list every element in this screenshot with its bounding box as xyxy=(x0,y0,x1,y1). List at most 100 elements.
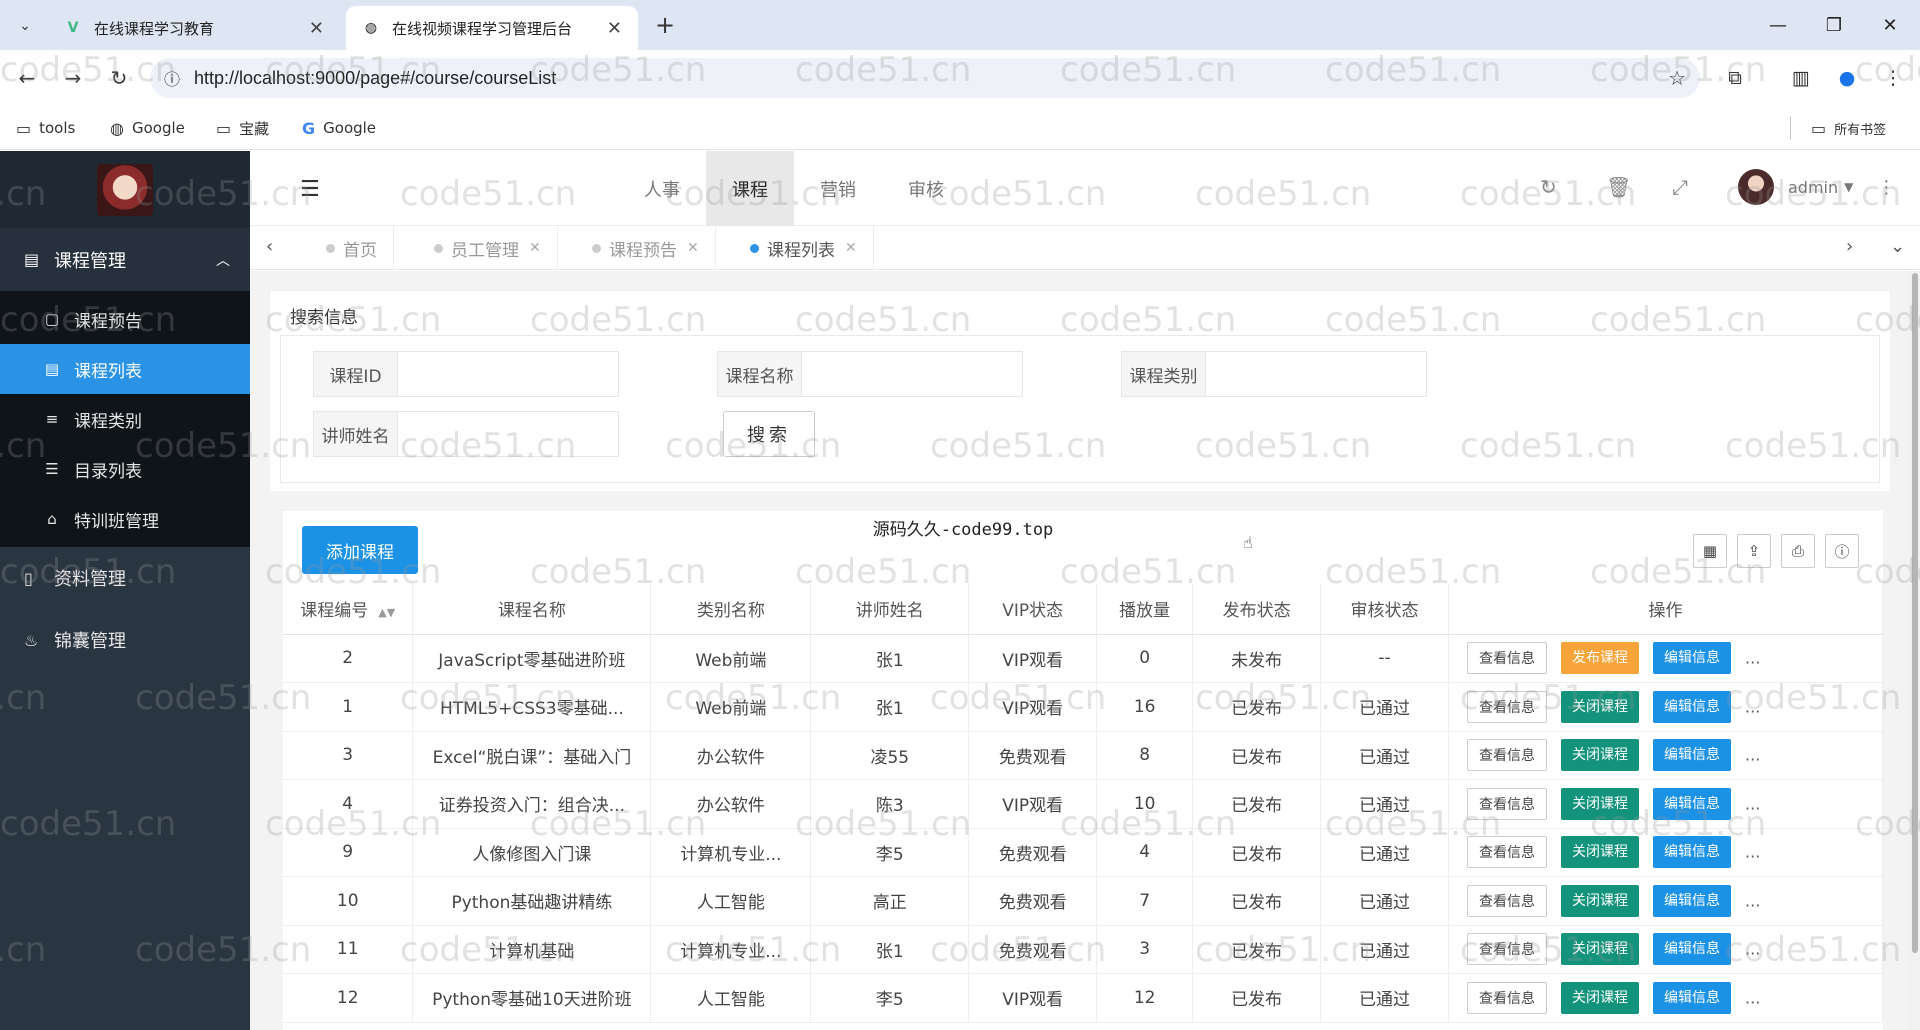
user-menu[interactable]: admin ▼ ⋮ xyxy=(1738,169,1895,205)
menu-toggle-icon[interactable]: ☰ xyxy=(300,177,320,202)
sidebar-group-course[interactable]: ▤ 课程管理 ︿ xyxy=(0,228,250,291)
more-icon[interactable]: ... xyxy=(1745,697,1760,716)
profile-icon[interactable]: ● xyxy=(1832,63,1862,93)
sidebar-item-training-class[interactable]: ⌂ 特训班管理 xyxy=(0,494,250,544)
export-icon[interactable]: ⇪ xyxy=(1737,534,1771,568)
view-info-button[interactable]: 查看信息 xyxy=(1467,836,1548,869)
view-info-button[interactable]: 查看信息 xyxy=(1467,690,1548,723)
url-bar[interactable]: ⓘ http://localhost:9000/page#/course/cou… xyxy=(150,58,1700,98)
more-icon[interactable]: ... xyxy=(1745,940,1760,959)
teacher-name-input[interactable] xyxy=(398,412,618,456)
side-panel-icon[interactable]: ▥ xyxy=(1786,63,1816,93)
nav-tab-course[interactable]: 课程 xyxy=(706,151,794,226)
more-icon[interactable]: ... xyxy=(1745,988,1760,1007)
close-course-button[interactable]: 关闭课程 xyxy=(1561,933,1640,966)
close-course-button[interactable]: 关闭课程 xyxy=(1561,787,1640,820)
close-course-button[interactable]: 关闭课程 xyxy=(1561,981,1640,1014)
extensions-icon[interactable]: ⧉ xyxy=(1720,63,1750,93)
add-course-button[interactable]: 添加课程 xyxy=(302,526,418,574)
view-info-button[interactable]: 查看信息 xyxy=(1467,787,1548,820)
bag-icon: ♨ xyxy=(24,630,39,650)
course-name-input[interactable] xyxy=(802,352,1022,396)
content-scrollbar[interactable] xyxy=(1910,271,1920,1030)
more-icon[interactable]: ... xyxy=(1745,746,1760,765)
more-icon[interactable]: ... xyxy=(1745,649,1760,668)
course-category-input[interactable] xyxy=(1206,352,1426,396)
view-info-button[interactable]: 查看信息 xyxy=(1467,884,1548,917)
columns-toggle-icon[interactable]: ▦ xyxy=(1693,534,1727,568)
scrollbar-thumb[interactable] xyxy=(1912,273,1918,953)
edit-info-button[interactable]: 编辑信息 xyxy=(1653,933,1732,966)
site-info-icon[interactable]: ⓘ xyxy=(150,66,194,90)
more-icon[interactable]: ... xyxy=(1745,891,1760,910)
close-icon[interactable]: ✕ xyxy=(607,18,622,39)
back-icon[interactable]: ← xyxy=(12,63,42,93)
new-tab-button[interactable]: + xyxy=(650,10,680,40)
bookmark-google-2[interactable]: G Google xyxy=(302,116,376,140)
edit-info-button[interactable]: 编辑信息 xyxy=(1653,739,1732,772)
tabs-dropdown-icon[interactable]: ⌄ xyxy=(1890,236,1905,257)
all-bookmarks[interactable]: ▭ 所有书签 xyxy=(1790,116,1886,140)
page-tab-course-list[interactable]: 课程列表 ✕ xyxy=(734,226,874,270)
edit-info-button[interactable]: 编辑信息 xyxy=(1653,690,1732,723)
close-course-button[interactable]: 关闭课程 xyxy=(1561,739,1640,772)
page-tab-staff[interactable]: 员工管理 ✕ xyxy=(418,226,558,270)
close-course-button[interactable]: 关闭课程 xyxy=(1561,690,1640,723)
edit-info-button[interactable]: 编辑信息 xyxy=(1653,642,1732,675)
sidebar-item-catalog-list[interactable]: ☰ 目录列表 xyxy=(0,444,250,494)
sort-icon[interactable]: ▲▼ xyxy=(378,606,395,619)
sidebar-group-materials[interactable]: ▯ 资料管理 xyxy=(0,547,250,609)
nav-tab-audit[interactable]: 审核 xyxy=(882,151,970,226)
sidebar-item-course-category[interactable]: ≡ 课程类别 xyxy=(0,394,250,444)
forward-icon[interactable]: → xyxy=(58,63,88,93)
more-icon[interactable]: ... xyxy=(1745,843,1760,862)
nav-tab-marketing[interactable]: 营销 xyxy=(794,151,882,226)
fullscreen-icon[interactable]: ⤢ xyxy=(1672,175,1688,199)
restore-icon[interactable]: ❐ xyxy=(1809,8,1859,42)
tab-search-chevron-icon[interactable]: ⌄ xyxy=(10,11,40,41)
close-icon[interactable]: ✕ xyxy=(529,240,541,256)
view-info-button[interactable]: 查看信息 xyxy=(1467,642,1548,675)
sidebar-item-course-preview[interactable]: ▢ 课程预告 xyxy=(0,294,250,344)
more-icon[interactable]: ... xyxy=(1745,794,1760,813)
tabs-scroll-right-icon[interactable]: › xyxy=(1846,236,1853,257)
bookmark-tools[interactable]: ▭ tools xyxy=(16,116,75,140)
view-info-button[interactable]: 查看信息 xyxy=(1467,739,1548,772)
print-icon[interactable]: ⎙ xyxy=(1781,534,1815,568)
url-text[interactable]: http://localhost:9000/page#/course/cours… xyxy=(194,68,556,89)
edit-info-button[interactable]: 编辑信息 xyxy=(1653,787,1732,820)
view-info-button[interactable]: 查看信息 xyxy=(1467,981,1548,1014)
close-icon[interactable]: ✕ xyxy=(845,240,857,256)
close-course-button[interactable]: 关闭课程 xyxy=(1561,884,1640,917)
sidebar-group-tips[interactable]: ♨ 锦囊管理 xyxy=(0,609,250,671)
publish-course-button[interactable]: 发布课程 xyxy=(1561,642,1640,675)
nav-tab-hr[interactable]: 人事 xyxy=(618,151,706,226)
tabs-scroll-left-icon[interactable]: ‹ xyxy=(266,236,273,257)
window-close-icon[interactable]: ✕ xyxy=(1865,8,1915,42)
browser-menu-icon[interactable]: ⋮ xyxy=(1878,63,1908,93)
edit-info-button[interactable]: 编辑信息 xyxy=(1653,884,1732,917)
close-icon[interactable]: ✕ xyxy=(309,18,324,39)
trash-icon[interactable]: 🗑 xyxy=(1606,175,1631,199)
info-icon[interactable]: ⓘ xyxy=(1825,534,1859,568)
page-tab-home[interactable]: 首页 xyxy=(310,226,394,270)
sidebar-item-course-list[interactable]: ▤ 课程列表 xyxy=(0,344,250,394)
minimize-icon[interactable]: — xyxy=(1753,8,1803,42)
close-icon[interactable]: ✕ xyxy=(687,240,699,256)
refresh-icon[interactable]: ↻ xyxy=(1540,175,1557,199)
view-info-button[interactable]: 查看信息 xyxy=(1467,933,1548,966)
page-tab-preview[interactable]: 课程预告 ✕ xyxy=(576,226,716,270)
reload-icon[interactable]: ↻ xyxy=(104,63,134,93)
close-course-button[interactable]: 关闭课程 xyxy=(1561,836,1640,869)
browser-tab-2[interactable]: ◍ 在线视频课程学习管理后台 ✕ xyxy=(346,6,638,50)
edit-info-button[interactable]: 编辑信息 xyxy=(1653,836,1732,869)
bookmark-google[interactable]: ◍ Google xyxy=(110,116,185,140)
column-header[interactable]: 课程编号 ▲▼ xyxy=(283,584,414,635)
bookmark-treasure[interactable]: ▭ 宝藏 xyxy=(216,116,269,140)
search-button[interactable]: 搜索 xyxy=(723,411,815,457)
more-vert-icon[interactable]: ⋮ xyxy=(1877,177,1895,198)
edit-info-button[interactable]: 编辑信息 xyxy=(1653,981,1732,1014)
browser-tab-1[interactable]: V 在线课程学习教育 ✕ xyxy=(48,6,340,50)
bookmark-star-icon[interactable]: ☆ xyxy=(1668,66,1686,90)
course-id-input[interactable] xyxy=(398,352,618,396)
